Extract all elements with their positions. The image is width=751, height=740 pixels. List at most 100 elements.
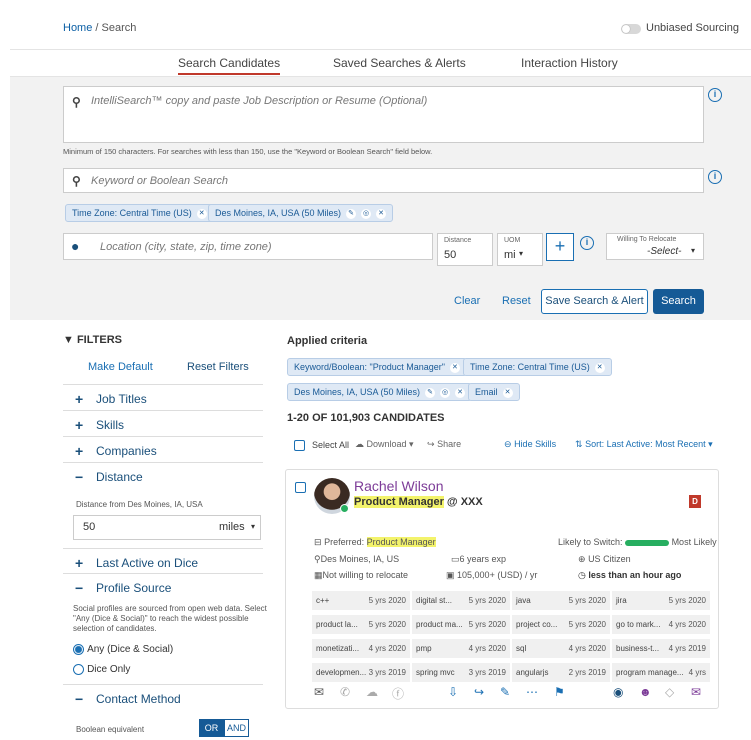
download-button[interactable]: ☁ Download ▾ [355,439,414,450]
close-icon: ✕ [449,362,460,373]
sort-select[interactable]: ⇅ Sort: Last Active: Most Recent ▾ [575,439,713,450]
skill-chip: jira 5 yrs 2020 [612,591,710,610]
source-dice-option[interactable]: Dice Only [73,663,130,675]
unbiased-label: Unbiased Sourcing [646,22,739,34]
download-icon[interactable]: ⇩ [448,685,458,699]
applied-email-chip[interactable]: Email ✕ [468,383,520,401]
skill-chip: business-t... 4 yrs 2019 [612,639,710,658]
source-note: Social profiles are sourced from open we… [73,604,267,633]
facebook-icon[interactable]: ⓕ [392,685,404,702]
tab-interaction-history[interactable]: Interaction History [521,56,618,70]
minus-circle-icon: ⊖ [504,439,512,449]
reset-button[interactable]: Reset [502,295,531,307]
filter-last-active[interactable]: + Last Active on Dice [63,548,263,574]
candidate-checkbox[interactable] [295,482,306,493]
map-pin-icon: ⚲ [314,554,321,564]
filter-job-titles[interactable]: + Job Titles [63,384,263,410]
share-icon[interactable]: ↪ [474,685,484,699]
uom-select[interactable]: UOM mi ▾ [497,233,543,266]
share-button[interactable]: ↪ Share [427,439,461,450]
unbiased-toggle[interactable] [621,24,641,34]
candidate-salary: ▣ 105,000+ (USD) / yr [446,570,538,580]
chat-icon[interactable]: ⋯ [526,685,538,699]
tag-icon[interactable]: ◇ [665,685,674,699]
intellisearch-input[interactable]: ⚲ IntelliSearch™ copy and paste Job Desc… [63,86,704,143]
money-icon: ▣ [446,570,455,580]
map-icon: ▦ [314,570,323,580]
skill-chip: project co... 5 yrs 2020 [512,615,610,634]
online-indicator [340,504,349,513]
edit-icon[interactable]: ✎ [346,208,357,219]
edit-icon: ✎ [425,387,436,398]
clock-icon: ◷ [578,570,586,580]
candidate-card[interactable]: Rachel Wilson Product Manager @ XXX D ⊟ … [285,469,719,709]
mail-icon[interactable]: ✉ [691,685,701,699]
and-button[interactable]: AND [224,719,249,737]
source-any-option[interactable]: Any (Dice & Social) [73,643,173,655]
boolean-label: Boolean equivalent [76,725,145,734]
location-input[interactable]: ● Location (city, state, zip, time zone) [63,233,433,260]
tab-search-candidates[interactable]: Search Candidates [178,56,281,75]
phone-icon[interactable]: ✆ [340,685,350,699]
filter-distance[interactable]: − Distance [63,462,263,488]
chevron-down-icon: ▾ [251,522,256,531]
chevron-down-icon: ▾ [691,246,696,255]
applied-location-chip[interactable]: Des Moines, IA, USA (50 Miles) ✎ ◎ ✕ [287,383,473,401]
make-default-button[interactable]: Make Default [88,361,153,373]
filter-skills[interactable]: + Skills [63,410,263,436]
pencil-icon[interactable]: ✎ [500,685,510,699]
select-all-checkbox[interactable] [294,440,305,451]
close-icon: ✕ [455,387,466,398]
likely-to-switch: Likely to Switch: Most Likely [558,537,717,547]
candidate-title: Product Manager @ XXX [354,496,483,508]
filter-companies[interactable]: + Companies [63,436,263,462]
likely-meter [625,539,670,546]
filter-contact-method[interactable]: − Contact Method [63,684,263,710]
add-location-button[interactable]: + [546,233,574,261]
skill-chip: pmp 4 yrs 2020 [412,639,510,658]
eye-icon[interactable]: ◉ [613,685,623,699]
twitter-icon[interactable]: ☁ [366,685,378,699]
breadcrumb-home[interactable]: Home [63,22,92,34]
target-icon: ◎ [440,387,451,398]
target-icon[interactable]: ◎ [361,208,372,219]
close-icon: ✕ [502,387,513,398]
filter-profile-source[interactable]: − Profile Source [63,573,263,599]
close-icon[interactable]: ✕ [196,208,207,219]
applied-timezone-chip[interactable]: Time Zone: Central Time (US) ✕ [463,358,612,376]
reset-filters-button[interactable]: Reset Filters [187,361,249,373]
applied-keyword-chip[interactable]: Keyword/Boolean: "Product Manager" ✕ [287,358,467,376]
users-icon[interactable]: ☻ [639,685,652,699]
cloud-download-icon: ☁ [355,439,364,449]
flag-icon[interactable]: ⚑ [554,685,565,699]
or-button[interactable]: OR [199,719,224,737]
distance-field[interactable]: Distance 50 [437,233,493,266]
location-chip[interactable]: Des Moines, IA, USA (50 Miles) ✎ ◎ ✕ [208,204,394,222]
candidate-relocate: ▦Not willing to relocate [314,570,409,580]
distance-filter-input[interactable]: 50 miles ▾ [73,515,261,540]
search-icon: ⚲ [72,174,81,188]
tab-saved-searches[interactable]: Saved Searches & Alerts [333,56,466,70]
filter-icon: ▼ [63,334,74,346]
info-icon[interactable]: i [580,236,594,250]
skill-chip: product la... 5 yrs 2020 [312,615,410,634]
close-icon[interactable]: ✕ [376,208,387,219]
search-button[interactable]: Search [653,289,704,314]
search-icon: ⚲ [72,95,81,109]
relocate-select[interactable]: Willing To Relocate -Select- ▾ [606,233,704,260]
info-icon[interactable]: i [708,170,722,184]
clear-button[interactable]: Clear [454,295,480,307]
candidate-experience: ▭6 years exp [451,554,507,564]
info-icon[interactable]: i [708,88,722,102]
sort-icon: ⇅ [575,439,583,449]
skill-chip: java 5 yrs 2020 [512,591,610,610]
hide-skills-button[interactable]: ⊖ Hide Skills [504,439,556,450]
skill-chip: program manage... 4 yrs [612,663,710,682]
chevron-down-icon: ▾ [519,249,524,258]
email-icon[interactable]: ✉ [314,685,324,699]
keyword-input[interactable]: ⚲ Keyword or Boolean Search [63,168,704,193]
save-search-button[interactable]: Save Search & Alert [541,289,648,314]
candidate-name[interactable]: Rachel Wilson [354,478,443,494]
timezone-chip[interactable]: Time Zone: Central Time (US) ✕ [65,204,214,222]
dice-logo-icon: D [689,495,701,508]
